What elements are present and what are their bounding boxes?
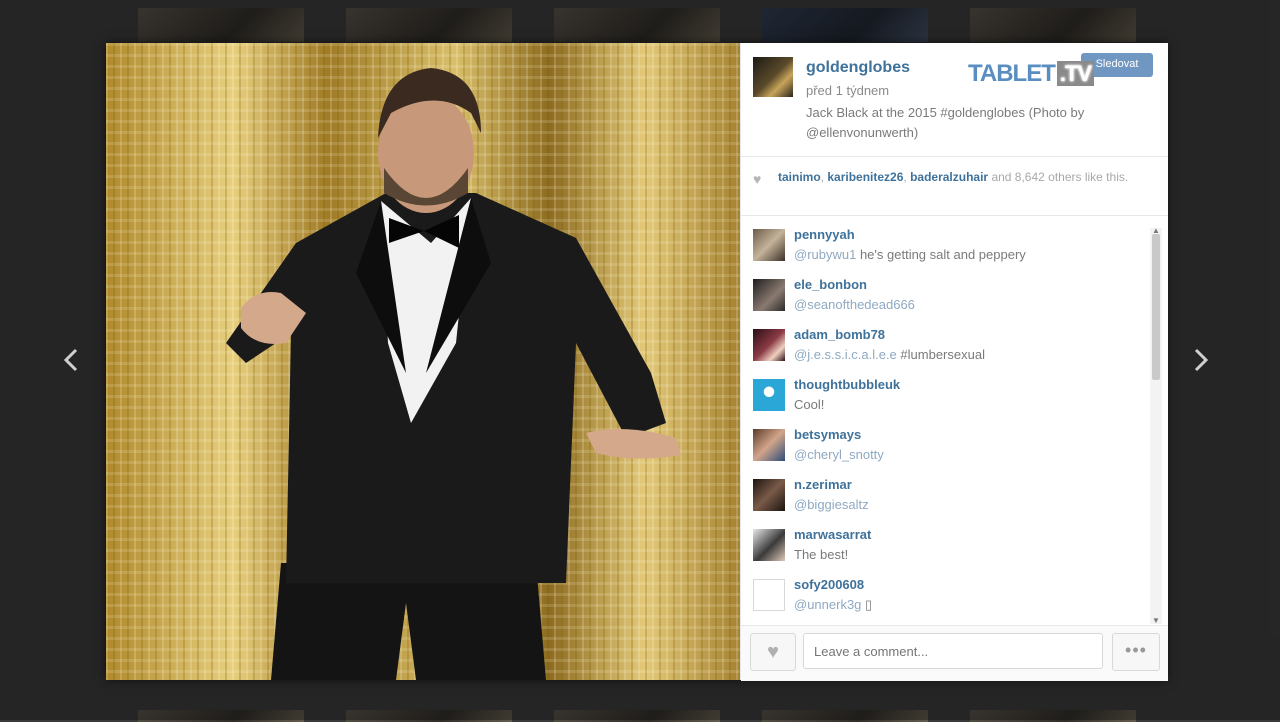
comment-item: pennyyah @rubywu1 he's getting salt and … xyxy=(741,225,1151,275)
comment-text: @seanofthedead666 xyxy=(794,297,915,312)
likes-section: ♥ tainimo, karibenitez26, baderalzuhair … xyxy=(741,157,1168,216)
chevron-left-icon xyxy=(63,348,78,372)
comment-username[interactable]: marwasarrat xyxy=(794,527,871,542)
comment-username[interactable]: betsymays xyxy=(794,427,861,442)
comment-text: @biggiesaltz xyxy=(794,497,869,512)
comment-username[interactable]: n.zerimar xyxy=(794,477,852,492)
comment-text: The best! xyxy=(794,547,848,562)
comment-item: betsymays @cheryl_snotty xyxy=(741,425,1151,475)
likes-text: tainimo, karibenitez26, baderalzuhair an… xyxy=(778,170,1129,184)
comment-mention[interactable]: @rubywu1 xyxy=(794,247,856,262)
comment-body: #lumbersexual xyxy=(896,347,985,362)
comment-item: sofy200608 @unnerk3g ▯ xyxy=(741,575,1151,625)
comment-username[interactable]: adam_bomb78 xyxy=(794,327,885,342)
post-timestamp: před 1 týdnem xyxy=(806,83,890,98)
commenter-avatar[interactable] xyxy=(753,529,785,561)
comment-mention[interactable]: @biggiesaltz xyxy=(794,497,869,512)
next-button[interactable] xyxy=(1186,343,1216,377)
liker-link[interactable]: baderalzuhair xyxy=(910,170,988,184)
commenter-avatar[interactable] xyxy=(753,579,785,611)
watermark-main: TABLET xyxy=(968,60,1056,87)
comment-item: thoughtbubbleuk Cool! xyxy=(741,375,1151,425)
heart-icon: ♥ xyxy=(753,171,762,187)
comment-footer: ♥ ••• xyxy=(741,625,1168,681)
comment-mention[interactable]: @unnerk3g xyxy=(794,597,861,612)
scroll-thumb[interactable] xyxy=(1152,234,1160,380)
comment-text: @cheryl_snotty xyxy=(794,447,884,462)
comment-body: ▯ xyxy=(861,597,873,612)
comment-item: adam_bomb78 @j.e.s.s.i.c.a.l.e.e #lumber… xyxy=(741,325,1151,375)
comment-text: Cool! xyxy=(794,397,824,412)
comment-username[interactable]: thoughtbubbleuk xyxy=(794,377,900,392)
post-caption: Jack Black at the 2015 #goldenglobes (Ph… xyxy=(806,105,1085,140)
comment-item: n.zerimar @biggiesaltz xyxy=(741,475,1151,525)
comment-item: ele_bonbon @seanofthedead666 xyxy=(741,275,1151,325)
commenter-avatar[interactable] xyxy=(753,329,785,361)
commenter-avatar[interactable] xyxy=(753,479,785,511)
comment-username[interactable]: sofy200608 xyxy=(794,577,864,592)
like-button[interactable]: ♥ xyxy=(750,633,796,671)
comment-mention[interactable]: @seanofthedead666 xyxy=(794,297,915,312)
comment-body: he's getting salt and peppery xyxy=(856,247,1026,262)
owner-username[interactable]: goldenglobes xyxy=(806,59,910,77)
comment-username[interactable]: pennyyah xyxy=(794,227,855,242)
commenter-avatar[interactable] xyxy=(753,279,785,311)
comment-username[interactable]: ele_bonbon xyxy=(794,277,867,292)
comment-mention[interactable]: @cheryl_snotty xyxy=(794,447,884,462)
scroll-down-icon[interactable]: ▼ xyxy=(1152,617,1160,625)
more-options-button[interactable]: ••• xyxy=(1112,633,1160,671)
watermark-suffix: .TV xyxy=(1056,61,1095,86)
likes-others: and 8,642 others like this. xyxy=(991,170,1129,184)
comment-text: @rubywu1 he's getting salt and peppery xyxy=(794,247,1026,262)
heart-icon: ♥ xyxy=(767,641,779,663)
photo-subject xyxy=(226,68,681,680)
commenter-avatar[interactable] xyxy=(753,429,785,461)
comments-list: pennyyah @rubywu1 he's getting salt and … xyxy=(741,225,1168,625)
comment-item: marwasarrat The best! xyxy=(741,525,1151,575)
chevron-right-icon xyxy=(1194,348,1209,372)
liker-link[interactable]: tainimo xyxy=(778,170,821,184)
more-dots-icon: ••• xyxy=(1125,640,1147,660)
channel-watermark: TABLET .TV xyxy=(968,60,1095,88)
post-photo[interactable] xyxy=(106,43,740,680)
comment-text: @j.e.s.s.i.c.a.l.e.e #lumbersexual xyxy=(794,347,985,362)
commenter-avatar[interactable] xyxy=(753,379,785,411)
post-sidebar: goldenglobes před 1 týdnem Jack Black at… xyxy=(740,43,1168,681)
commenter-avatar[interactable] xyxy=(753,229,785,261)
post-modal: goldenglobes před 1 týdnem Jack Black at… xyxy=(106,43,1168,681)
post-header: goldenglobes před 1 týdnem Jack Black at… xyxy=(741,43,1168,157)
comment-body: The best! xyxy=(794,547,849,562)
comment-text: @unnerk3g ▯ xyxy=(794,597,872,613)
liker-link[interactable]: karibenitez26 xyxy=(827,170,903,184)
comments-scrollbar[interactable]: ▲ ▼ xyxy=(1150,227,1162,625)
comment-input[interactable] xyxy=(803,633,1103,669)
comment-body: Cool! xyxy=(794,397,825,412)
previous-button[interactable] xyxy=(56,343,86,377)
comment-mention[interactable]: @j.e.s.s.i.c.a.l.e.e xyxy=(794,347,897,362)
owner-avatar[interactable] xyxy=(753,57,793,97)
